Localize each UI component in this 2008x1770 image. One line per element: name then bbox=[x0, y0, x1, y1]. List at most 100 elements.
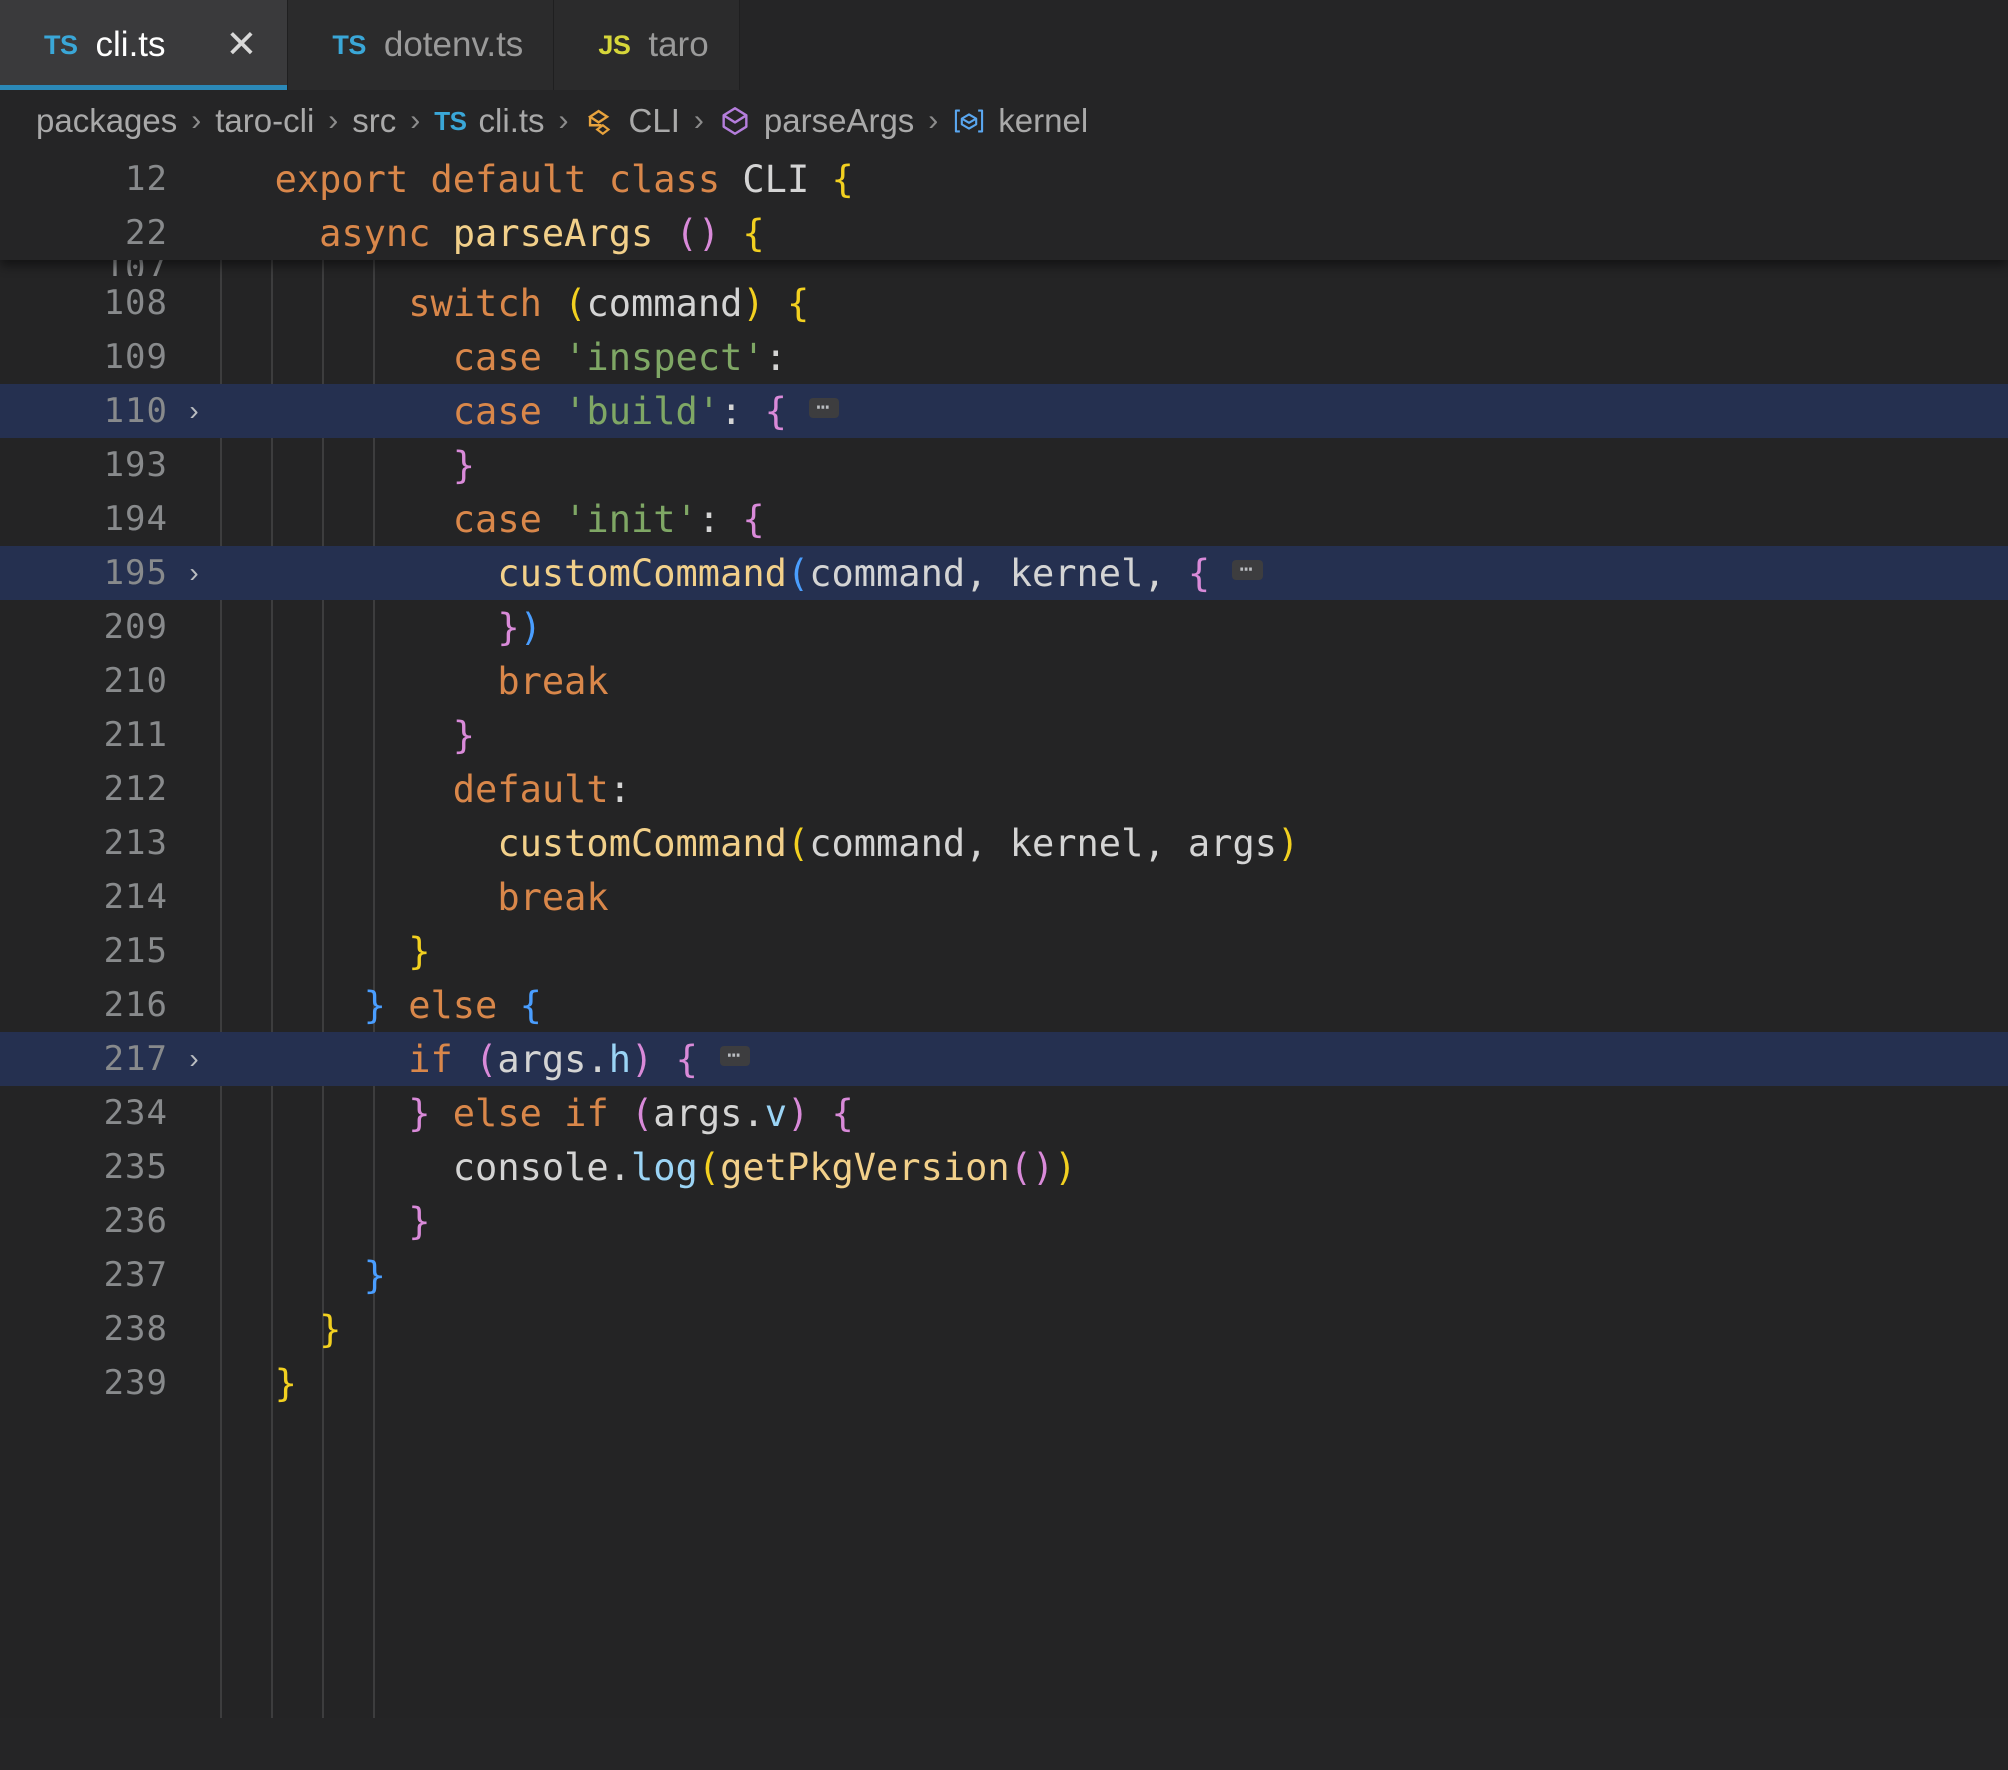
code-token: } bbox=[408, 929, 431, 973]
code-line-109[interactable]: 109 case 'inspect': bbox=[0, 330, 2008, 384]
code-token: command bbox=[809, 821, 966, 865]
class-symbol-icon bbox=[583, 104, 617, 138]
code-token: } bbox=[408, 1199, 431, 1243]
code-token: { bbox=[742, 211, 765, 255]
code-line-234[interactable]: 234 } else if (args.v) { bbox=[0, 1086, 2008, 1140]
code-token: CLI bbox=[742, 157, 810, 201]
code-line-235[interactable]: 235 console.log(getPkgVersion()) bbox=[0, 1140, 2008, 1194]
code-line-210[interactable]: 210 break bbox=[0, 654, 2008, 708]
fold-chevron-icon[interactable]: › bbox=[168, 395, 220, 427]
code-token: customCommand bbox=[497, 821, 787, 865]
tab-cli-ts[interactable]: TS cli.ts ✕ bbox=[0, 0, 289, 90]
tab-dotenv-ts[interactable]: TS dotenv.ts bbox=[288, 0, 555, 90]
code-token: } bbox=[452, 443, 476, 487]
code-line-217[interactable]: 217 › if (args.h) { ⋯ bbox=[0, 1032, 2008, 1086]
breadcrumb-label: CLI bbox=[628, 102, 680, 139]
code-line-237[interactable]: 237 } bbox=[0, 1248, 2008, 1302]
sticky-line-22[interactable]: 22 async parseArgs () { bbox=[0, 206, 2008, 260]
line-number: 214 bbox=[103, 877, 168, 917]
code-token: { bbox=[764, 389, 787, 433]
code-line-214[interactable]: 214 break bbox=[0, 870, 2008, 924]
code-line-239[interactable]: 239 } bbox=[0, 1356, 2008, 1410]
code-token: : bbox=[608, 767, 631, 811]
code-line-209[interactable]: 209 }) bbox=[0, 600, 2008, 654]
code-line-238[interactable]: 238 } bbox=[0, 1302, 2008, 1356]
code-line-236[interactable]: 236 } bbox=[0, 1194, 2008, 1248]
code-token: : bbox=[764, 335, 787, 379]
code-line-211[interactable]: 211 } bbox=[0, 708, 2008, 762]
breadcrumb-item-packages[interactable]: packages bbox=[36, 102, 177, 140]
tab-label: taro bbox=[648, 25, 709, 64]
code-text: } bbox=[220, 1200, 2008, 1243]
code-text: default: bbox=[220, 768, 2008, 811]
breadcrumb-separator: › bbox=[558, 104, 569, 137]
code-editor[interactable]: 12 export default class CLI { 22 async p… bbox=[0, 152, 2008, 1718]
code-token: ( bbox=[1009, 1145, 1032, 1189]
code-token: : bbox=[697, 497, 721, 541]
code-token: ( bbox=[631, 1091, 654, 1135]
code-line-110[interactable]: 110 › case 'build': { ⋯ bbox=[0, 384, 2008, 438]
line-number: 210 bbox=[103, 661, 168, 701]
code-token: args bbox=[1187, 821, 1278, 865]
breadcrumb-label: kernel bbox=[998, 102, 1089, 139]
line-number: 216 bbox=[103, 985, 168, 1025]
code-token: class bbox=[608, 157, 721, 201]
line-number: 235 bbox=[103, 1147, 168, 1187]
breadcrumb-item-cli-class[interactable]: CLI bbox=[583, 102, 680, 140]
code-token: command bbox=[809, 551, 966, 595]
code-token: . bbox=[608, 1145, 631, 1189]
code-token: parseArgs bbox=[452, 211, 654, 255]
code-line-216[interactable]: 216 } else { bbox=[0, 978, 2008, 1032]
folded-region-marker[interactable]: ⋯ bbox=[809, 397, 840, 419]
fold-chevron-icon[interactable]: › bbox=[168, 1043, 220, 1075]
code-token: . bbox=[586, 1037, 609, 1081]
code-token: export bbox=[274, 157, 409, 201]
folded-region-marker[interactable]: ⋯ bbox=[1232, 559, 1263, 581]
breadcrumb-item-kernel-variable[interactable]: kernel bbox=[952, 102, 1088, 140]
code-token: case bbox=[452, 389, 542, 433]
code-token: , bbox=[965, 551, 1010, 595]
code-body[interactable]: 108 switch (command) {109 case 'inspect'… bbox=[0, 276, 2008, 1410]
code-text: }) bbox=[220, 606, 2008, 649]
code-token: { bbox=[742, 497, 765, 541]
line-number: 213 bbox=[103, 823, 168, 863]
code-line-195[interactable]: 195 › customCommand(command, kernel, { ⋯ bbox=[0, 546, 2008, 600]
code-line-215[interactable]: 215 } bbox=[0, 924, 2008, 978]
sticky-scroll-header[interactable]: 12 export default class CLI { 22 async p… bbox=[0, 152, 2008, 260]
code-token: } bbox=[497, 605, 520, 649]
breadcrumb-item-cli-ts[interactable]: TS cli.ts bbox=[434, 102, 544, 140]
code-token: 'build' bbox=[564, 389, 721, 433]
breadcrumb-label: parseArgs bbox=[763, 102, 915, 139]
code-line-194[interactable]: 194 case 'init': { bbox=[0, 492, 2008, 546]
close-icon[interactable]: ✕ bbox=[226, 26, 258, 64]
partial-code-line: 107 bbox=[0, 260, 2008, 276]
breadcrumb-item-src[interactable]: src bbox=[352, 102, 396, 140]
code-line-193[interactable]: 193 } bbox=[0, 438, 2008, 492]
folded-region-marker[interactable]: ⋯ bbox=[720, 1045, 751, 1067]
tab-taro[interactable]: JS taro bbox=[554, 0, 740, 90]
code-text: customCommand(command, kernel, args) bbox=[220, 822, 2008, 865]
code-line-213[interactable]: 213 customCommand(command, kernel, args) bbox=[0, 816, 2008, 870]
breadcrumb-item-taro-cli[interactable]: taro-cli bbox=[215, 102, 314, 140]
sticky-line-12[interactable]: 12 export default class CLI { bbox=[0, 152, 2008, 206]
fold-chevron-icon[interactable]: › bbox=[168, 557, 220, 589]
breadcrumb-item-parseargs-method[interactable]: parseArgs bbox=[718, 102, 914, 140]
code-line-212[interactable]: 212 default: bbox=[0, 762, 2008, 816]
code-line-108[interactable]: 108 switch (command) { bbox=[0, 276, 2008, 330]
